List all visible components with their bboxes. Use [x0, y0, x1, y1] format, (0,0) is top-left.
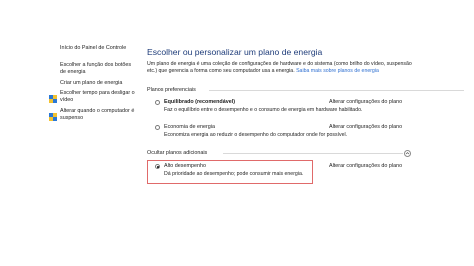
sidebar-item-sleep[interactable]: Alterar quando o computador é suspenso: [60, 108, 138, 122]
learn-more-link[interactable]: Saiba mais sobre planos de energia: [296, 68, 379, 74]
shield-icon: [49, 108, 57, 121]
plan-description: Economiza energia ao reduzir o desempenh…: [164, 132, 348, 138]
sidebar-item-display-off[interactable]: Escolher tempo para desligar o vídeo: [60, 90, 138, 104]
preferred-plans-label: Planos preferenciais: [147, 87, 196, 93]
section-divider: [209, 90, 464, 91]
sidebar: Início do Painel de Controle Escolher a …: [0, 0, 140, 266]
hide-additional-plans-label[interactable]: Ocultar planos adicionais: [147, 150, 207, 156]
plan-name: Equilibrado (recomendável): [164, 99, 235, 105]
section-divider: [223, 153, 403, 154]
radio-balanced[interactable]: [155, 100, 160, 105]
chevron-up-icon[interactable]: [404, 150, 411, 157]
radio-power-saver[interactable]: [155, 125, 160, 130]
sidebar-item-create-plan[interactable]: Criar um plano de energia: [60, 80, 138, 87]
page-title: Escolher ou personalizar um plano de ene…: [147, 47, 323, 57]
highlight-box: [147, 160, 313, 184]
sidebar-home-link[interactable]: Início do Painel de Controle: [60, 45, 135, 52]
change-plan-settings-link[interactable]: Alterar configurações do plano: [329, 124, 402, 130]
change-plan-settings-link[interactable]: Alterar configurações do plano: [329, 163, 402, 169]
plan-description: Faz o equilíbrio entre o desempenho e o …: [164, 107, 363, 113]
intro-text: Um plano de energia é uma coleção de con…: [147, 61, 412, 75]
change-plan-settings-link[interactable]: Alterar configurações do plano: [329, 99, 402, 105]
plan-name: Economia de energia: [164, 124, 215, 130]
sidebar-item-power-buttons[interactable]: Escolher a função dos botões de energia: [60, 62, 138, 76]
main-content: Escolher ou personalizar um plano de ene…: [147, 0, 467, 266]
shield-icon: [49, 90, 57, 103]
